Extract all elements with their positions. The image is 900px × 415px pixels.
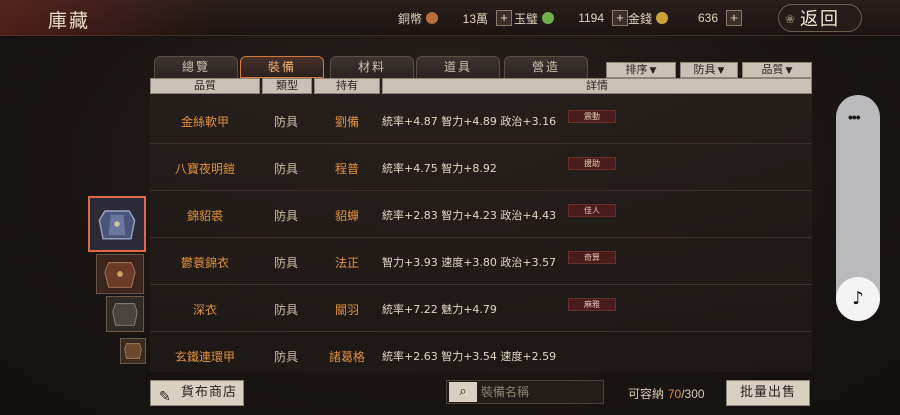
armor-icon (107, 297, 143, 331)
item-skill-tag: 震動 (568, 110, 616, 123)
item-owner: 諸葛格 (328, 350, 365, 364)
capacity-label: 可容納 (628, 387, 665, 401)
equipment-table: 品質 類型 持有 詳情 金絲軟甲 防具 劉備 統率+4.87 智力+4.89 政… (150, 78, 812, 372)
table-row[interactable]: 八寶夜明鎧 防具 程普 統率+4.75 智力+8.92 援助 (150, 145, 812, 191)
item-skill-tag: 援助 (568, 157, 616, 170)
currency-value: 13萬 (462, 11, 489, 26)
currency-gold: 金錢 636 + (628, 9, 743, 27)
shop-label: 貨布商店 (181, 385, 238, 400)
back-button[interactable]: ❀ 返回 (778, 4, 862, 32)
sort-label: 排序 (625, 63, 648, 76)
tab-overview[interactable]: 總覽 (154, 56, 238, 78)
currency-label: 金錢 (628, 11, 653, 26)
cloud-ornament-icon: ❀ (785, 12, 798, 26)
table-row[interactable]: 深衣 防具 關羽 統率+7.22 魅力+4.79 麻雅 (150, 286, 812, 332)
armor-thumbnail[interactable] (120, 338, 146, 364)
item-owner: 關羽 (334, 303, 359, 317)
item-stats: 統率+2.63 智力+3.54 速度+2.59 (382, 350, 557, 363)
item-name: 玄鐵連環甲 (174, 350, 235, 364)
currency-label: 銅幣 (398, 11, 423, 26)
copper-coin-icon (426, 12, 439, 24)
item-stats: 統率+4.75 智力+8.92 (382, 162, 497, 175)
item-skill-tag: 佳人 (568, 204, 616, 217)
item-type: 防具 (273, 162, 298, 176)
currency-value: 636 (697, 11, 719, 25)
add-copper-button[interactable]: + (496, 10, 513, 26)
item-type: 防具 (273, 303, 298, 317)
quality-filter-label: 品質 (761, 63, 784, 76)
capacity-total: /300 (681, 387, 705, 401)
title-ornament (0, 0, 210, 36)
search-input[interactable] (481, 383, 599, 401)
chevron-down-icon: ▼ (785, 66, 793, 76)
column-header-owner[interactable]: 持有 (314, 78, 380, 94)
add-jade-button[interactable]: + (612, 10, 629, 26)
tab-materials[interactable]: 材料 (330, 56, 414, 78)
armor-icon (97, 255, 143, 293)
bulk-sell-button[interactable]: 批量出售 (726, 380, 810, 406)
item-type: 防具 (273, 115, 298, 129)
item-type: 防具 (273, 256, 298, 270)
item-owner: 劉備 (334, 115, 359, 129)
column-header-details[interactable]: 詳情 (382, 78, 812, 94)
item-name: 鬱蓑錦衣 (180, 256, 229, 270)
top-bar: 庫藏 銅幣 13萬 + 玉璧 1194 + 金錢 636 + ❀ 返回 (0, 0, 900, 36)
add-gold-button[interactable]: + (726, 10, 743, 26)
item-name: 八寶夜明鎧 (174, 162, 235, 176)
capacity-used: 70 (667, 387, 682, 401)
tab-items[interactable]: 道具 (416, 56, 500, 78)
item-owner: 程普 (334, 162, 359, 176)
item-stats: 智力+3.93 速度+3.80 政治+3.57 (382, 256, 557, 269)
currency-label: 玉璧 (514, 11, 539, 26)
item-name: 深衣 (192, 303, 217, 317)
currency-copper: 銅幣 13萬 + (398, 9, 513, 27)
armor-thumbnail[interactable] (106, 296, 144, 332)
item-stats: 統率+2.83 智力+4.23 政治+4.43 (382, 209, 557, 222)
more-menu-icon[interactable]: ••• (848, 109, 861, 125)
table-row[interactable]: 錦貂裘 防具 貂蟬 統率+2.83 智力+4.23 政治+4.43 佳人 (150, 192, 812, 238)
search-icon[interactable]: ⌕ (449, 382, 477, 402)
currency-shop-button[interactable]: ✎ 貨布商店 (150, 380, 244, 406)
item-skill-tag: 麻雅 (568, 298, 616, 311)
currency-jade: 玉璧 1194 + (514, 9, 629, 27)
music-note-icon[interactable]: ♪ (836, 277, 880, 321)
item-skill-tag: 奇算 (568, 251, 616, 264)
item-type: 防具 (273, 350, 298, 364)
chevron-down-icon: ▼ (717, 66, 725, 76)
sort-dropdown[interactable]: 排序 ▼ (606, 62, 676, 78)
jade-coin-icon (542, 12, 555, 24)
armor-icon (90, 198, 144, 250)
currency-value: 1194 (578, 11, 605, 25)
shop-icon: ✎ (159, 389, 172, 405)
selected-armor-thumbnail[interactable] (88, 196, 146, 252)
gold-coin-icon (656, 12, 669, 24)
armor-thumbnail[interactable] (96, 254, 144, 294)
item-owner: 貂蟬 (334, 209, 359, 223)
table-row[interactable]: 玄鐵連環甲 防具 諸葛格 統率+2.63 智力+3.54 速度+2.59 (150, 333, 812, 372)
tab-construction[interactable]: 營造 (504, 56, 588, 78)
item-stats: 統率+7.22 魅力+4.79 (382, 303, 497, 316)
tab-equipment[interactable]: 裝備 (240, 56, 324, 78)
floating-side-panel: ••• ♪ (836, 95, 880, 321)
capacity-indicator: 可容納 70/300 (628, 385, 705, 402)
column-header-quality[interactable]: 品質 (150, 78, 260, 94)
table-row[interactable]: 鬱蓑錦衣 防具 法正 智力+3.93 速度+3.80 政治+3.57 奇算 (150, 239, 812, 285)
type-filter-label: 防具 (693, 63, 716, 76)
quality-filter-dropdown[interactable]: 品質 ▼ (742, 62, 812, 78)
table-row[interactable]: 金絲軟甲 防具 劉備 統率+4.87 智力+4.89 政治+3.16 震動 (150, 98, 812, 144)
item-stats: 統率+4.87 智力+4.89 政治+3.16 (382, 115, 557, 128)
item-name: 錦貂裘 (186, 209, 223, 223)
chevron-down-icon: ▼ (649, 66, 657, 76)
armor-icon (121, 339, 145, 363)
item-name: 金絲軟甲 (180, 115, 229, 129)
item-owner: 法正 (334, 256, 359, 270)
back-label: 返回 (800, 9, 840, 30)
page-title: 庫藏 (48, 10, 91, 32)
search-box: ⌕ (446, 380, 604, 404)
type-filter-dropdown[interactable]: 防具 ▼ (680, 62, 738, 78)
item-type: 防具 (273, 209, 298, 223)
column-header-type[interactable]: 類型 (262, 78, 312, 94)
